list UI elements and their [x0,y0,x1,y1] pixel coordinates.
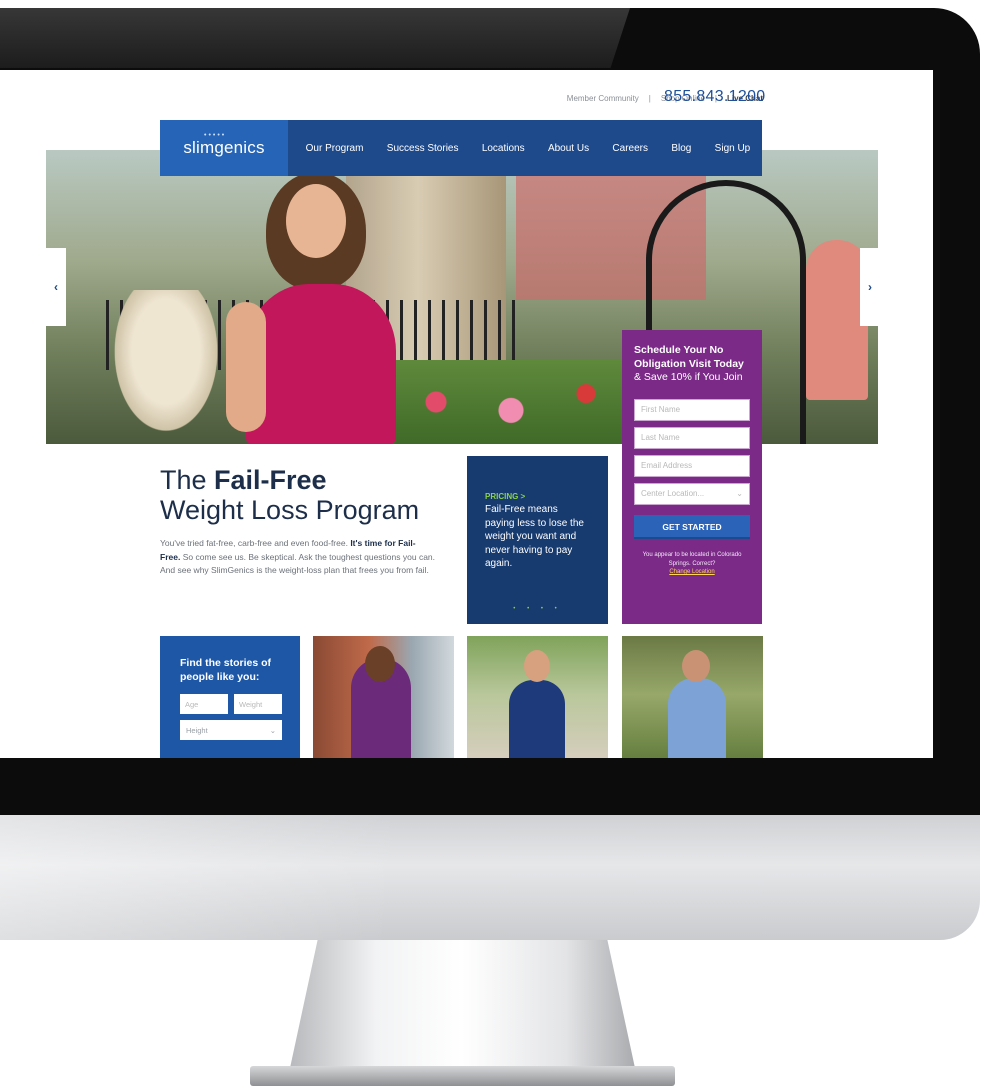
pricing-text: Fail-Free means paying less to lose the … [485,504,584,569]
woman-face [286,184,346,258]
nav-item-sign-up[interactable]: Sign Up [709,143,757,154]
nav-item-success-stories[interactable]: Success Stories [381,143,465,154]
monitor-stand-base [250,1066,675,1086]
story-person-1-head [365,646,395,682]
main-nav: ••••• slimgenics Our Program Success Sto… [160,120,762,176]
email-field[interactable]: Email Address [634,454,750,477]
find-stories-widget: Find the stories of people like you: Age… [160,636,300,758]
schedule-fields: First Name Last Name Email Address Cente… [634,398,750,505]
hero-fountain [106,290,226,444]
story-person-3-head [682,650,710,682]
first-name-field[interactable]: First Name [634,398,750,421]
bezel-glare [0,8,630,68]
headline-bold: Fail-Free [214,465,327,495]
hero-prev-arrow-icon[interactable]: ‹ [46,248,66,326]
pricing-link[interactable]: PRICING > [485,492,590,501]
hero-next-arrow-icon[interactable]: › [860,248,880,326]
location-notice-text: You appear to be located in Colorado Spr… [642,551,742,567]
nav-item-locations[interactable]: Locations [476,143,531,154]
chin-glare [0,815,390,940]
woman-top [246,284,396,444]
height-select[interactable]: Height ⌄ [180,720,282,741]
utility-divider: | [648,94,651,103]
schedule-subtitle: & Save 10% if You Join [634,371,743,384]
age-weight-row: Age Weight [180,694,282,715]
intro-text-1: You've tried fat-free, carb-free and eve… [160,538,351,549]
nav-item-blog[interactable]: Blog [665,143,697,154]
schedule-visit-form: Schedule Your No Obligation Visit Today … [622,330,762,624]
success-story-photo-3[interactable] [622,636,763,758]
success-story-photo-2[interactable] [467,636,608,758]
headline-block: The Fail-Free Weight Loss Program You've… [160,465,460,577]
headline-line-2: Weight Loss Program [160,494,420,525]
imac-scene: Member Community | Shop Online | Live Ch… [0,0,985,1092]
weight-input[interactable]: Weight [234,694,282,715]
height-label: Height [186,725,208,735]
chevron-down-icon: ⌄ [736,489,743,499]
nav-item-careers[interactable]: Careers [606,143,654,154]
intro-text-2: So come see us. Be skeptical. Ask the to… [160,551,436,575]
nav-item-our-program[interactable]: Our Program [300,143,370,154]
age-input[interactable]: Age [180,694,228,715]
nav-item-about-us[interactable]: About Us [542,143,595,154]
carousel-dots[interactable]: • • • • [467,606,608,612]
nav-items: Our Program Success Stories Locations Ab… [288,143,762,154]
pricing-card[interactable]: PRICING > Fail-Free means paying less to… [467,456,608,624]
last-name-field[interactable]: Last Name [634,426,750,449]
intro-paragraph: You've tried fat-free, carb-free and eve… [160,537,435,577]
headline-line-1: The Fail-Free [160,465,460,496]
story-person-2 [509,680,565,758]
success-story-photo-1[interactable] [313,636,454,758]
story-person-3 [668,678,726,758]
hero-woman [226,172,406,444]
get-started-button[interactable]: GET STARTED [634,514,750,539]
location-notice: You appear to be located in Colorado Spr… [634,551,750,577]
hero-passerby [806,240,868,400]
find-stories-title: Find the stories of people like you: [180,657,272,684]
headline-pre: The [160,465,215,495]
chevron-down-icon: ⌄ [269,725,276,735]
schedule-title: Schedule Your No Obligation Visit Today [634,344,744,370]
center-location-select[interactable]: Center Location... ⌄ [634,482,750,505]
phone-number[interactable]: 855.843.1200 [664,88,765,106]
website-screen: Member Community | Shop Online | Live Ch… [0,70,933,758]
member-community-link[interactable]: Member Community [567,94,639,103]
woman-arm [226,302,266,432]
logo-mark: ••••• [204,132,227,139]
change-location-link[interactable]: Change Location [634,568,750,577]
logo-text: slimgenics [183,138,265,157]
story-person-2-head [524,650,550,682]
monitor-stand [290,940,635,1068]
center-location-label: Center Location... [641,489,705,499]
slimgenics-logo[interactable]: ••••• slimgenics [160,120,288,176]
